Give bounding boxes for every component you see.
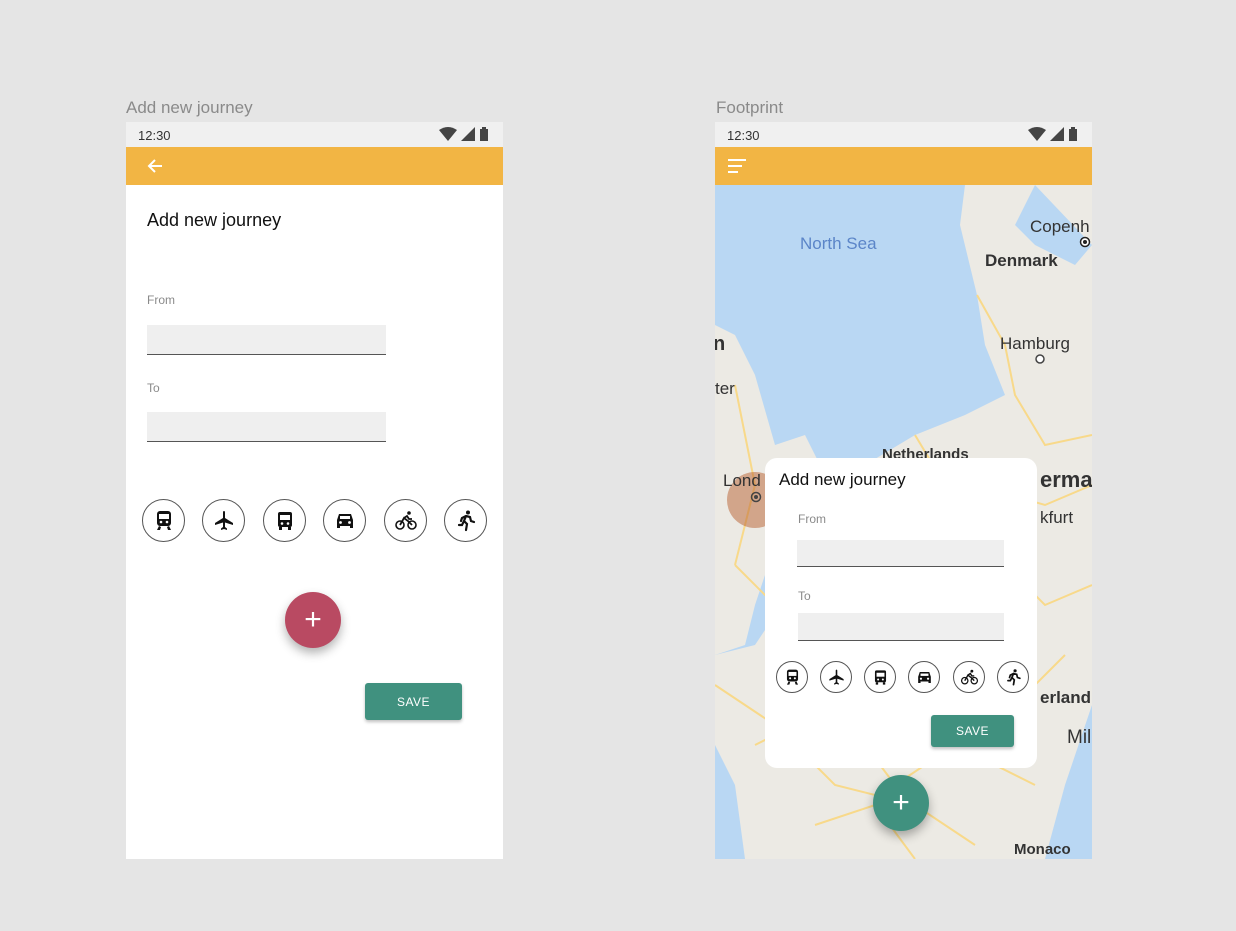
mode-bus-button[interactable] [263, 499, 306, 542]
car-icon [917, 671, 931, 683]
map-label: Denmark [985, 251, 1058, 270]
mode-plane-button[interactable] [820, 661, 852, 693]
bus-icon [874, 669, 886, 685]
save-button[interactable]: SAVE [931, 715, 1014, 747]
mode-train-button[interactable] [142, 499, 185, 542]
from-input[interactable] [797, 540, 1004, 567]
signal-icon [461, 127, 475, 141]
mode-bus-button[interactable] [864, 661, 896, 693]
to-label: To [798, 589, 811, 603]
walk-icon [457, 510, 475, 531]
bike-icon [960, 669, 978, 684]
map-label: Hamburg [1000, 334, 1070, 353]
menu-icon[interactable] [728, 158, 746, 174]
page-title: Add new journey [147, 210, 282, 230]
add-fab[interactable]: + [285, 592, 341, 648]
map-label: Copenh [1030, 217, 1090, 236]
train-icon [786, 669, 798, 685]
mode-car-button[interactable] [323, 499, 366, 542]
frame-label: Footprint [716, 98, 784, 117]
frame-label: Add new journey [126, 98, 253, 117]
signal-icon [1050, 127, 1064, 141]
from-label: From [147, 293, 175, 307]
mode-walk-button[interactable] [444, 499, 487, 542]
back-arrow-icon[interactable] [146, 157, 164, 175]
mode-bike-button[interactable] [953, 661, 985, 693]
map-label: ter [715, 379, 735, 398]
save-button[interactable]: SAVE [365, 683, 462, 720]
status-icons [439, 127, 489, 141]
plane-icon [214, 510, 233, 530]
to-input[interactable] [798, 613, 1004, 641]
city-marker-icon [750, 491, 762, 503]
map-label: kfurt [1040, 508, 1074, 527]
add-fab[interactable]: + [873, 775, 929, 831]
wifi-icon [1028, 127, 1046, 141]
status-time: 12:30 [138, 128, 171, 143]
status-time: 12:30 [727, 128, 760, 143]
map-label: Lond [723, 471, 761, 490]
battery-icon [1069, 127, 1077, 141]
add-journey-dialog: Add new journey From To SAVE [765, 458, 1037, 768]
map-label: Mil [1067, 727, 1092, 748]
map-label: erma [1040, 467, 1092, 492]
bike-icon [394, 510, 417, 530]
footprint-screen: 12:30 North Sea Copenh Denmark Hamburg N… [715, 122, 1092, 859]
bus-icon [277, 511, 292, 530]
wifi-icon [439, 127, 457, 141]
status-bar: 12:30 [126, 122, 503, 147]
walk-icon [1006, 668, 1021, 685]
map-label: n [715, 333, 726, 355]
to-label: To [147, 381, 160, 395]
status-bar: 12:30 [715, 122, 1092, 147]
toolbar [126, 147, 503, 185]
mode-train-button[interactable] [776, 661, 808, 693]
status-icons [1028, 127, 1078, 141]
toolbar [715, 147, 1092, 185]
car-icon [336, 513, 353, 528]
mode-walk-button[interactable] [997, 661, 1029, 693]
mode-plane-button[interactable] [202, 499, 245, 542]
mode-car-button[interactable] [908, 661, 940, 693]
city-marker-icon [1079, 236, 1091, 248]
train-icon [156, 510, 171, 530]
mode-bike-button[interactable] [384, 499, 427, 542]
map-label: North Sea [800, 234, 877, 253]
to-input[interactable] [147, 412, 386, 442]
battery-icon [480, 127, 488, 141]
dialog-title: Add new journey [779, 470, 906, 489]
map-label: Monaco [1014, 841, 1071, 858]
from-input[interactable] [147, 325, 386, 355]
plane-icon [828, 669, 844, 685]
add-journey-screen: 12:30 Add new journey From To + SAVE [126, 122, 503, 859]
from-label: From [798, 512, 826, 526]
map-label: erland [1040, 688, 1092, 707]
city-marker-icon [1035, 354, 1045, 364]
